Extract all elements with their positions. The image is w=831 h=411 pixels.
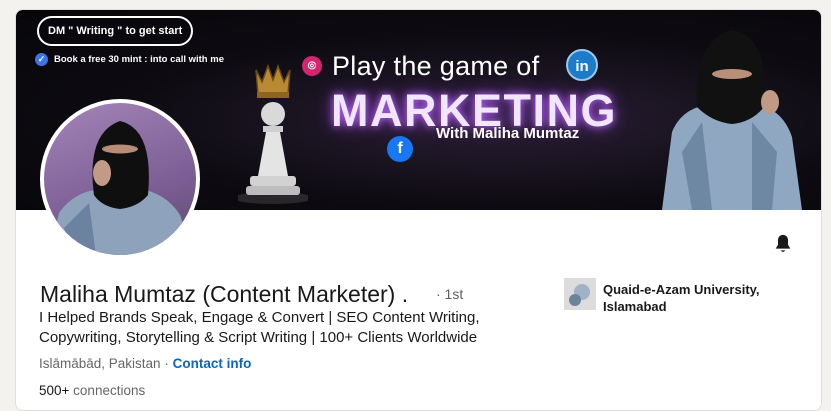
- banner-person-photo: [662, 30, 802, 210]
- facebook-icon: f: [387, 136, 413, 162]
- dm-writing-pill: DM " Writing " to get start: [37, 16, 194, 46]
- bell-icon[interactable]: [772, 233, 794, 255]
- check-icon: ✓: [35, 53, 48, 66]
- profile-headline: I Helped Brands Speak, Engage & Convert …: [39, 309, 480, 346]
- profile-name: Maliha Mumtaz (Content Marketer) .: [40, 281, 409, 307]
- university-logo-icon: [569, 284, 590, 306]
- avatar-photo: [49, 121, 194, 255]
- contact-info-link[interactable]: Contact info: [173, 356, 252, 371]
- connection-degree: · 1st: [436, 286, 464, 302]
- connections-count: 500+: [39, 383, 70, 398]
- chess-pawn-crown-illustration: [238, 63, 308, 204]
- banner-headline: Play the game of: [332, 51, 540, 81]
- location-separator: ·: [160, 356, 173, 371]
- university-logo[interactable]: [564, 278, 596, 310]
- connections-label: connections: [69, 383, 146, 398]
- book-call-note: ✓ Book a free 30 mint : into call with m…: [35, 53, 224, 66]
- connections-line[interactable]: 500+ connections: [39, 383, 145, 398]
- location-text: Islāmābād, Pakistan: [39, 356, 161, 371]
- profile-location-line: Islāmābād, Pakistan · Contact info: [39, 356, 251, 371]
- profile-avatar[interactable]: [40, 99, 200, 259]
- banner-with-name: With Maliha Mumtaz: [436, 125, 580, 142]
- linkedin-icon: in: [566, 49, 598, 81]
- profile-card: DM " Writing " to get start ✓ Book a fre…: [15, 9, 822, 411]
- university-name[interactable]: Quaid-e-Azam University, Islamabad: [603, 281, 793, 315]
- book-call-text: Book a free 30 mint : into call with me: [54, 54, 224, 65]
